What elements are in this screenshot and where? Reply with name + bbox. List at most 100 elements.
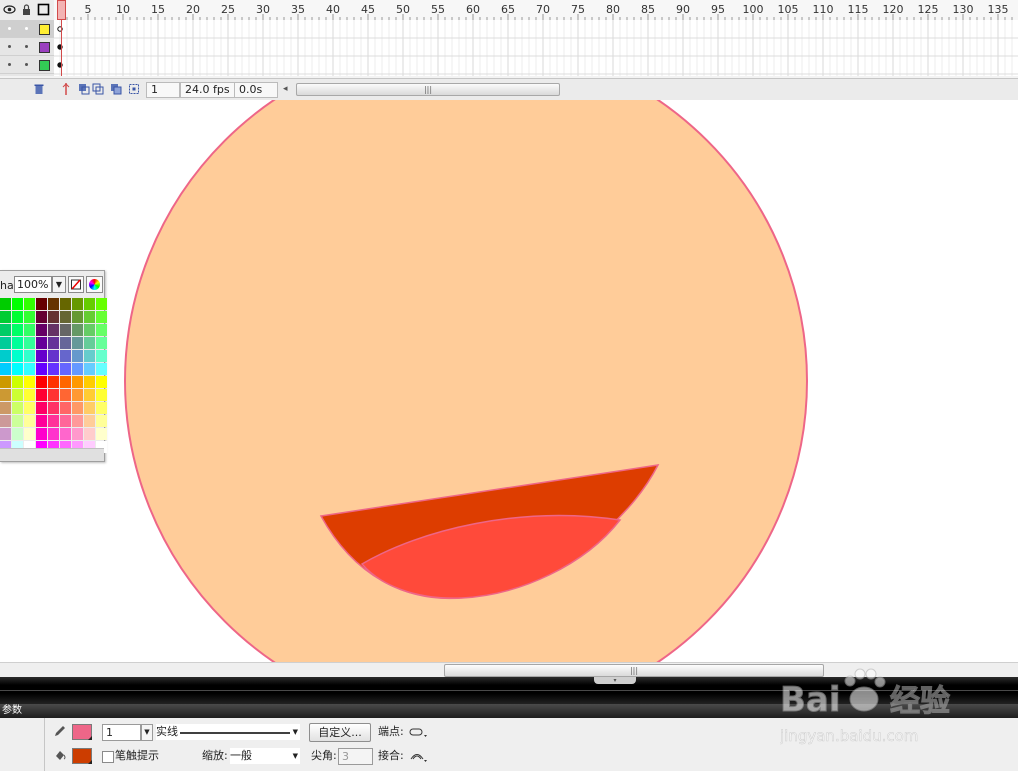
lock-icon[interactable] xyxy=(20,3,33,16)
timeline-scroll-thumb[interactable]: ||| xyxy=(296,83,560,96)
stage-canvas[interactable] xyxy=(0,100,1018,662)
color-swatch[interactable] xyxy=(84,298,95,310)
color-swatch[interactable] xyxy=(36,337,47,349)
color-swatch[interactable] xyxy=(60,376,71,388)
color-swatch[interactable] xyxy=(60,389,71,401)
layer-color-swatch[interactable] xyxy=(39,24,50,35)
playhead[interactable] xyxy=(57,0,66,76)
color-swatch[interactable] xyxy=(24,415,35,427)
color-swatch[interactable] xyxy=(72,402,83,414)
color-swatch[interactable] xyxy=(24,389,35,401)
scroll-left-icon[interactable]: ◂ xyxy=(283,82,295,96)
color-swatch[interactable] xyxy=(84,389,95,401)
layer-color-swatch[interactable] xyxy=(39,42,50,53)
frame-rate-field[interactable]: 24.0 fps xyxy=(180,82,236,98)
color-swatch[interactable] xyxy=(72,337,83,349)
color-swatch[interactable] xyxy=(24,350,35,362)
color-swatch[interactable] xyxy=(0,428,11,440)
color-swatch[interactable] xyxy=(96,350,107,362)
timeline-scrollbar[interactable]: ◂ ||| xyxy=(283,82,563,96)
color-swatch[interactable] xyxy=(0,298,11,310)
color-swatch[interactable] xyxy=(48,324,59,336)
color-swatch[interactable] xyxy=(96,402,107,414)
color-swatch[interactable] xyxy=(48,350,59,362)
fill-color-picker[interactable] xyxy=(72,748,92,764)
color-swatch[interactable] xyxy=(84,376,95,388)
stroke-color-picker[interactable] xyxy=(72,724,92,740)
frame-ruler[interactable]: 1510152025303540455055606570758085909510… xyxy=(54,0,1018,21)
join-style-icon[interactable] xyxy=(408,749,430,763)
color-swatch[interactable] xyxy=(72,376,83,388)
color-swatch[interactable] xyxy=(48,415,59,427)
color-swatch[interactable] xyxy=(84,428,95,440)
color-swatch[interactable] xyxy=(12,324,23,336)
color-swatch[interactable] xyxy=(0,376,11,388)
color-swatch[interactable] xyxy=(84,415,95,427)
color-swatch[interactable] xyxy=(84,363,95,375)
eye-icon[interactable] xyxy=(3,3,16,16)
color-swatch[interactable] xyxy=(60,324,71,336)
color-swatch[interactable] xyxy=(36,415,47,427)
color-swatch[interactable] xyxy=(12,389,23,401)
color-swatch[interactable] xyxy=(36,298,47,310)
onion-skin-icon[interactable] xyxy=(78,83,90,95)
color-swatch[interactable] xyxy=(96,324,107,336)
cap-style-icon[interactable] xyxy=(408,725,430,739)
stroke-height-dropdown-icon[interactable]: ▼ xyxy=(141,724,153,741)
color-swatch[interactable] xyxy=(96,311,107,323)
color-swatch[interactable] xyxy=(24,428,35,440)
color-swatch[interactable] xyxy=(0,337,11,349)
color-swatch[interactable] xyxy=(12,298,23,310)
color-swatch[interactable] xyxy=(96,428,107,440)
color-swatch[interactable] xyxy=(84,402,95,414)
color-swatch[interactable] xyxy=(84,324,95,336)
color-swatch[interactable] xyxy=(36,324,47,336)
color-swatch[interactable] xyxy=(84,311,95,323)
color-swatch[interactable] xyxy=(48,311,59,323)
frame-grid[interactable] xyxy=(54,20,1018,76)
color-swatch[interactable] xyxy=(48,298,59,310)
color-swatch[interactable] xyxy=(12,402,23,414)
color-swatch[interactable] xyxy=(48,402,59,414)
stage-scroll-thumb[interactable]: ||| xyxy=(444,664,824,677)
color-swatch[interactable] xyxy=(36,428,47,440)
layer-row[interactable] xyxy=(0,20,54,38)
color-swatch[interactable] xyxy=(96,376,107,388)
color-swatch[interactable] xyxy=(96,298,107,310)
color-swatch[interactable] xyxy=(12,415,23,427)
color-swatch[interactable] xyxy=(60,298,71,310)
color-swatch[interactable] xyxy=(48,376,59,388)
color-swatch[interactable] xyxy=(72,298,83,310)
color-swatch[interactable] xyxy=(24,311,35,323)
color-swatch[interactable] xyxy=(24,298,35,310)
color-swatch[interactable] xyxy=(48,337,59,349)
color-swatch[interactable] xyxy=(12,428,23,440)
color-swatch[interactable] xyxy=(72,389,83,401)
color-swatch[interactable] xyxy=(0,363,11,375)
color-swatch[interactable] xyxy=(36,311,47,323)
color-swatch[interactable] xyxy=(36,389,47,401)
alpha-input[interactable]: 100% xyxy=(14,276,52,293)
color-wheel-icon[interactable] xyxy=(86,276,103,293)
color-swatch[interactable] xyxy=(0,350,11,362)
color-swatch[interactable] xyxy=(48,363,59,375)
stroke-hinting-checkbox[interactable] xyxy=(102,751,114,763)
color-swatch[interactable] xyxy=(60,350,71,362)
color-swatch[interactable] xyxy=(96,337,107,349)
color-swatch[interactable] xyxy=(72,363,83,375)
color-swatch[interactable] xyxy=(36,350,47,362)
color-swatch[interactable] xyxy=(72,324,83,336)
delete-layer-icon[interactable] xyxy=(33,83,45,95)
color-swatch[interactable] xyxy=(36,376,47,388)
layer-row[interactable] xyxy=(0,56,54,74)
color-swatch[interactable] xyxy=(12,311,23,323)
color-swatch[interactable] xyxy=(72,350,83,362)
color-swatch[interactable] xyxy=(96,415,107,427)
scale-select[interactable]: 一般 ▼ xyxy=(230,748,300,764)
color-swatch[interactable] xyxy=(24,363,35,375)
color-swatch[interactable] xyxy=(48,389,59,401)
color-swatch[interactable] xyxy=(48,428,59,440)
layer-row[interactable] xyxy=(0,38,54,56)
color-swatch[interactable] xyxy=(60,337,71,349)
color-swatch[interactable] xyxy=(0,324,11,336)
